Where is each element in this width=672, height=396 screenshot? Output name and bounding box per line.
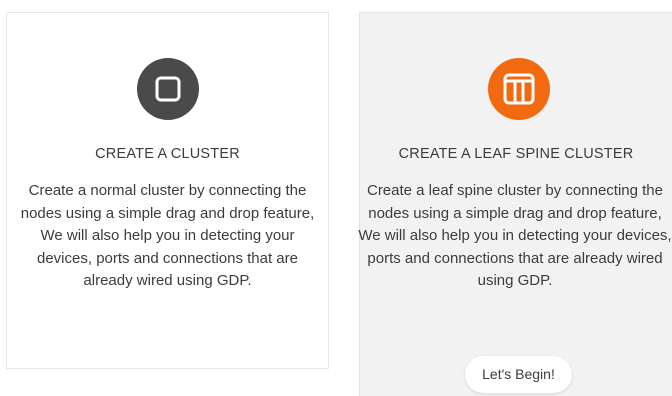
card-title: CREATE A CLUSTER [95, 146, 240, 162]
cluster-square-icon [137, 58, 199, 120]
leaf-spine-icon [488, 58, 550, 120]
lets-begin-button[interactable]: Let's Begin! [465, 356, 572, 393]
card-description: Create a leaf spine cluster by connectin… [358, 182, 672, 289]
create-leaf-spine-cluster-card[interactable]: CREATE A LEAF SPINE CLUSTER Create a lea… [358, 12, 672, 396]
card-description: Create a normal cluster by connecting th… [20, 182, 315, 289]
card-title: CREATE A LEAF SPINE CLUSTER [398, 146, 634, 162]
create-cluster-card[interactable]: CREATE A CLUSTER Create a normal cluster… [6, 12, 329, 369]
